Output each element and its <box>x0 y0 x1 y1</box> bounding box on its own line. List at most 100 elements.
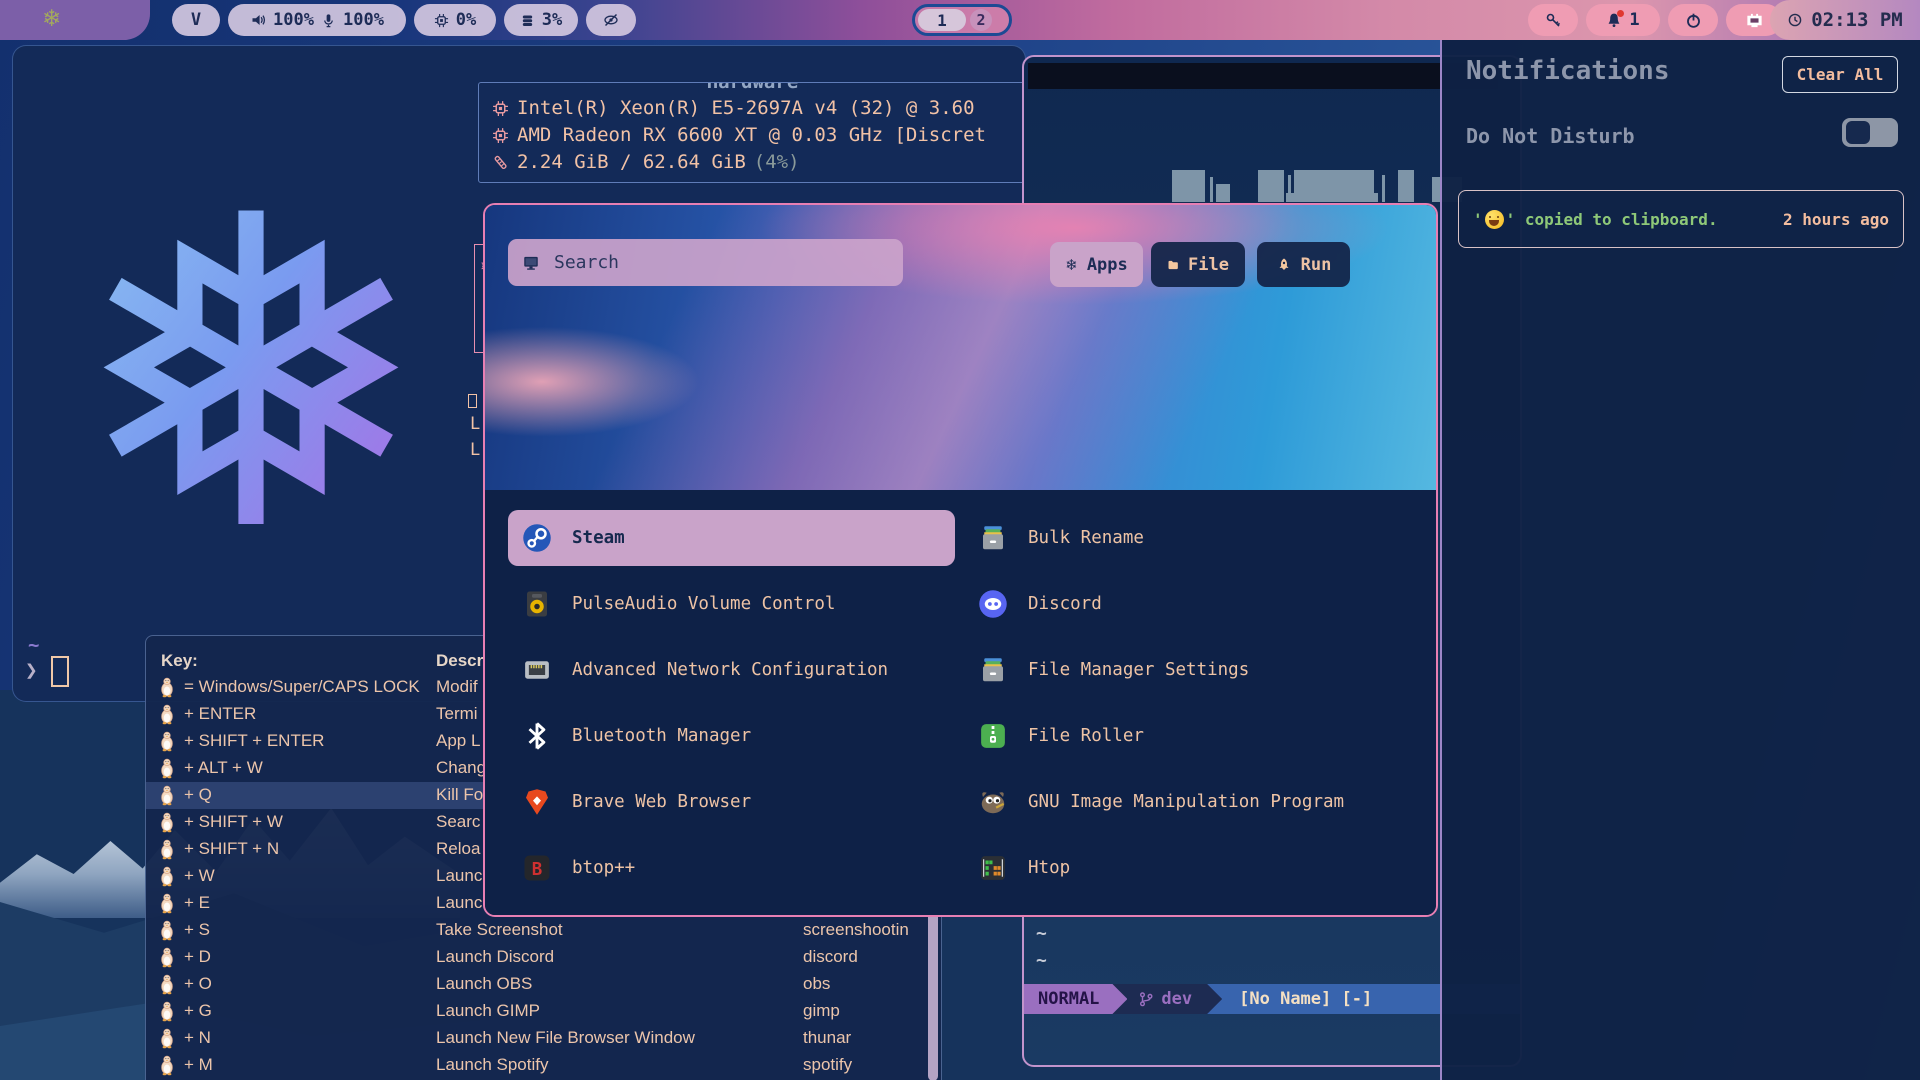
hardware-cpu-line: Intel(R) Xeon(R) E5-2697A v4 (32) @ 3.60 <box>492 97 975 119</box>
mode-button-apps[interactable]: ❄ Apps <box>1050 242 1143 287</box>
notification-card[interactable]: '' copied to clipboard. 2 hours ago <box>1458 190 1904 248</box>
app-item-htop[interactable]: Htop <box>964 840 1404 896</box>
discord-icon <box>978 589 1008 619</box>
skyline-antenna <box>1382 175 1385 202</box>
bar-idle-inhibit-button[interactable] <box>586 4 636 36</box>
bar-power-button[interactable] <box>1668 4 1718 36</box>
bar-cpu-widget[interactable]: 0% <box>414 4 496 36</box>
monitor-icon <box>522 254 540 272</box>
tux-icon <box>159 1028 175 1049</box>
skyline-block <box>1172 170 1205 202</box>
vim-tilde: ~ <box>1036 950 1047 971</box>
tux-icon <box>159 1055 175 1076</box>
speaker-icon <box>250 12 266 28</box>
keybind-row[interactable]: + GLaunch GIMPgimp <box>146 998 926 1025</box>
snowflake-icon: ❄ <box>1065 256 1078 274</box>
bar-disk-widget[interactable]: 3% <box>504 4 578 36</box>
workspace-switcher[interactable]: 1 2 <box>912 4 1012 36</box>
tux-icon <box>159 839 175 860</box>
app-item-discord[interactable]: Discord <box>964 576 1404 632</box>
text-fragment: L <box>470 414 480 434</box>
bar-nix-corner[interactable]: ❄ <box>0 0 150 40</box>
tux-icon <box>159 974 175 995</box>
file-drawer-icon <box>978 655 1008 685</box>
search-input[interactable] <box>552 251 889 274</box>
bar-v-button[interactable]: V <box>172 4 220 36</box>
desktop: ❅ Hardware Intel(R) Xeon(R) E5-2697A v4 … <box>0 0 1920 1080</box>
bar-keyring-button[interactable] <box>1528 4 1578 36</box>
terminal-black-row <box>1028 63 1498 89</box>
toggle-knob <box>1846 121 1870 144</box>
notifications-title: Notifications <box>1466 56 1670 86</box>
keybind-row[interactable]: + MLaunch Spotifyspotify <box>146 1052 926 1079</box>
workspace-2[interactable]: 2 <box>970 9 992 31</box>
app-item-gimp[interactable]: GNU Image Manipulation Program <box>964 774 1404 830</box>
app-item-steam[interactable]: Steam <box>508 510 955 566</box>
dnd-toggle[interactable] <box>1842 118 1898 147</box>
terminal-cursor[interactable] <box>51 656 69 687</box>
app-item-bluetooth[interactable]: Bluetooth Manager <box>508 708 955 764</box>
tux-icon <box>159 947 175 968</box>
tux-icon <box>159 1001 175 1022</box>
notifications-panel: Notifications Clear All Do Not Disturb '… <box>1440 38 1920 1080</box>
laughing-emoji-icon <box>1485 210 1504 229</box>
bar-notifications-button[interactable]: 1 <box>1586 4 1660 36</box>
app-item-btop[interactable]: btop++ <box>508 840 955 896</box>
git-branch-icon <box>1138 991 1154 1007</box>
bell-icon-wrap <box>1606 12 1622 28</box>
keybind-row[interactable]: + STake Screenshotscreenshootin <box>146 917 926 944</box>
bar-clock[interactable]: 02:13 PM <box>1770 0 1920 40</box>
power-icon <box>1685 12 1702 29</box>
clear-all-button[interactable]: Clear All <box>1782 56 1898 93</box>
nixos-logo: ❅ <box>61 161 441 591</box>
keybind-row[interactable]: + NLaunch New File Browser Windowthunar <box>146 1025 926 1052</box>
tux-icon <box>159 920 175 941</box>
disk-stack-icon <box>520 13 535 28</box>
notification-message: '' copied to clipboard. <box>1473 210 1718 229</box>
vim-mode-segment: NORMAL <box>1024 984 1127 1014</box>
mode-button-file[interactable]: File <box>1151 242 1245 287</box>
tux-icon <box>159 677 175 698</box>
keybind-row[interactable]: + DLaunch Discorddiscord <box>146 944 926 971</box>
search-field[interactable] <box>508 239 903 286</box>
pulseaudio-icon <box>522 589 552 619</box>
archive-zipper-icon <box>978 721 1008 751</box>
nixos-icon: ❄ <box>42 6 61 32</box>
mode-button-run[interactable]: Run <box>1257 242 1350 287</box>
brave-icon <box>522 787 552 817</box>
bar-audio-widget[interactable]: 100% 100% <box>228 4 406 36</box>
key-icon <box>1545 12 1561 28</box>
app-item-pulseaudio[interactable]: PulseAudio Volume Control <box>508 576 955 632</box>
hardware-panel-title: Hardware <box>698 82 808 93</box>
eye-slash-icon <box>603 12 619 28</box>
hardware-gpu-line: AMD Radeon RX 6600 XT @ 0.03 GHz [Discre… <box>492 124 986 146</box>
app-item-network[interactable]: Advanced Network Configuration <box>508 642 955 698</box>
tux-icon <box>159 893 175 914</box>
notification-dot <box>1617 10 1624 17</box>
ethernet-icon <box>1745 11 1764 30</box>
app-item-bulk-rename[interactable]: Bulk Rename <box>964 510 1404 566</box>
svg-text:❅: ❅ <box>71 161 431 591</box>
app-item-file-manager-settings[interactable]: File Manager Settings <box>964 642 1404 698</box>
btop-icon <box>522 853 552 883</box>
keybind-row[interactable]: + OLaunch OBSobs <box>146 971 926 998</box>
skyline-base <box>1286 193 1378 202</box>
keybinds-header-desc: Descri <box>436 651 488 671</box>
app-item-file-roller[interactable]: File Roller <box>964 708 1404 764</box>
gimp-wilber-icon <box>978 787 1008 817</box>
skyline-block <box>1258 170 1284 202</box>
htop-icon <box>978 853 1008 883</box>
tux-icon <box>159 731 175 752</box>
skyline-antenna <box>1210 177 1213 202</box>
workspace-1-active[interactable]: 1 <box>918 9 966 31</box>
clock-icon <box>1787 12 1803 28</box>
rocket-icon <box>1276 257 1292 273</box>
fastfetch-hardware-panel: Hardware Intel(R) Xeon(R) E5-2697A v4 (3… <box>478 82 1026 183</box>
shell-prompt-chevron: ❯ <box>25 658 38 682</box>
app-item-brave[interactable]: Brave Web Browser <box>508 774 955 830</box>
steam-icon <box>522 523 552 553</box>
tux-icon <box>159 758 175 779</box>
window-icon <box>468 394 477 408</box>
app-launcher-window[interactable]: ❄ Apps File Run Steam PulseAudio Volume … <box>483 203 1438 917</box>
text-fragment: L <box>470 440 480 460</box>
